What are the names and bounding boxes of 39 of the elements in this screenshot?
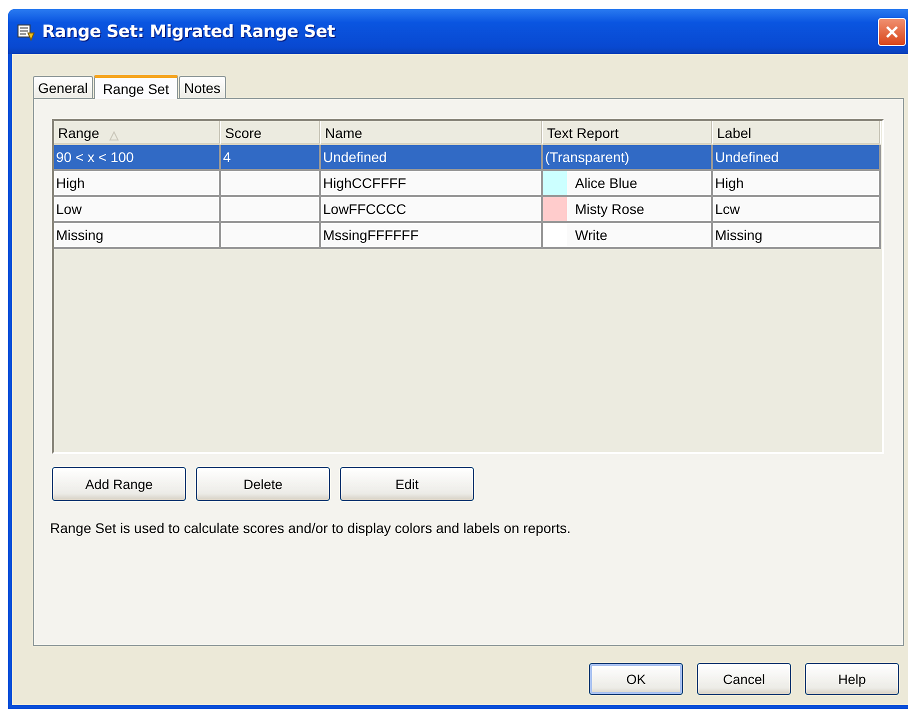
- dialog-button[interactable]: OK: [589, 663, 683, 695]
- table-cell[interactable]: MssingFFFFFF: [321, 223, 543, 249]
- table-cell[interactable]: [221, 171, 321, 197]
- action-button[interactable]: Add Range: [52, 467, 186, 501]
- table-cell[interactable]: 4: [221, 145, 321, 171]
- table-cell[interactable]: Missing: [713, 223, 881, 249]
- column-header[interactable]: Score: [221, 121, 321, 145]
- table-cell[interactable]: (Transparent): [543, 145, 713, 171]
- tab[interactable]: Range Set: [94, 75, 178, 99]
- table-cell[interactable]: HighCCFFFF: [321, 171, 543, 197]
- tab[interactable]: Notes: [178, 76, 226, 98]
- dialog-button[interactable]: Help: [805, 663, 899, 695]
- window-title: Range Set: Migrated Range Set: [42, 22, 336, 42]
- table-cell[interactable]: [221, 223, 321, 249]
- table-cell[interactable]: Missing: [54, 223, 221, 249]
- column-header[interactable]: Range: [54, 121, 221, 145]
- table-cell[interactable]: High: [713, 171, 881, 197]
- table-cell[interactable]: 90 < x < 100: [54, 145, 221, 171]
- dialog-button[interactable]: Cancel: [697, 663, 791, 695]
- action-button[interactable]: Delete: [196, 467, 330, 501]
- table-cell[interactable]: Undefined: [713, 145, 881, 171]
- app-icon: [16, 22, 36, 42]
- table-cell[interactable]: High: [54, 171, 221, 197]
- table-cell[interactable]: Low: [54, 197, 221, 223]
- table-cell[interactable]: Lcw: [713, 197, 881, 223]
- column-header[interactable]: Name: [321, 121, 543, 145]
- description-text: Range Set is used to calculate scores and/or to display colors and labels on reports.: [50, 520, 572, 536]
- table-cell[interactable]: Misty Rose: [543, 197, 713, 223]
- table-cell[interactable]: [221, 197, 321, 223]
- table-cell[interactable]: Alice Blue: [543, 171, 713, 197]
- close-button[interactable]: [878, 18, 906, 46]
- column-header[interactable]: Text Report: [543, 121, 713, 145]
- tab[interactable]: General: [33, 76, 93, 98]
- table-cell[interactable]: Undefined: [321, 145, 543, 171]
- close-icon: [884, 24, 900, 40]
- action-button[interactable]: Edit: [340, 467, 474, 501]
- table-cell[interactable]: LowFFCCCC: [321, 197, 543, 223]
- table-cell[interactable]: Write: [543, 223, 713, 249]
- column-header[interactable]: Label: [713, 121, 881, 145]
